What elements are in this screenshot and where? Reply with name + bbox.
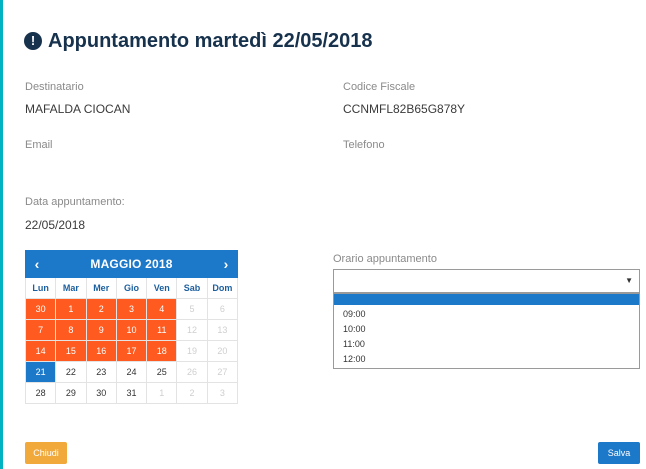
close-button[interactable]: Chiudi <box>25 442 67 464</box>
calendar-day[interactable]: 5 <box>177 299 208 320</box>
chevron-down-icon: ▼ <box>625 276 633 285</box>
save-button[interactable]: Salva <box>598 442 640 464</box>
calendar-day[interactable]: 14 <box>26 341 57 362</box>
destinatario-value: MAFALDA CIOCAN <box>25 102 131 116</box>
calendar-day[interactable]: 1 <box>147 383 178 404</box>
weekday-header: Gio <box>116 278 148 299</box>
calendar-day[interactable]: 28 <box>26 383 57 404</box>
calendar-day[interactable]: 10 <box>116 320 148 341</box>
calendar-day[interactable]: 7 <box>26 320 57 341</box>
calendar-day[interactable]: 4 <box>147 299 178 320</box>
calendar-day[interactable]: 25 <box>147 362 178 383</box>
left-accent-bar <box>0 0 3 469</box>
data-appuntamento-value: 22/05/2018 <box>25 218 86 232</box>
calendar-day[interactable]: 21 <box>26 362 57 383</box>
calendar-day[interactable]: 1 <box>56 299 87 320</box>
calendar-day[interactable]: 11 <box>147 320 178 341</box>
calendar-month-label: MAGGIO 2018 <box>90 257 173 271</box>
calendar-day[interactable]: 15 <box>56 341 87 362</box>
date-picker-calendar: ‹ MAGGIO 2018 › Lun Mar Mer Gio Ven Sab Dom 30 1… <box>25 250 238 404</box>
calendar-day[interactable]: 30 <box>26 299 57 320</box>
dropdown-highlighted-option[interactable] <box>334 294 639 305</box>
weekday-header: Lun <box>26 278 57 299</box>
page-title-text: Appuntamento martedì 22/05/2018 <box>48 30 373 52</box>
calendar-day[interactable]: 26 <box>177 362 208 383</box>
calendar-day[interactable]: 22 <box>56 362 87 383</box>
calendar-day[interactable]: 29 <box>56 383 87 404</box>
calendar-day[interactable]: 8 <box>56 320 87 341</box>
calendar-day[interactable]: 6 <box>207 299 238 320</box>
orario-option[interactable]: 10:00 <box>334 322 639 337</box>
calendar-day[interactable]: 3 <box>207 383 238 404</box>
orario-label: Orario appuntamento <box>333 253 437 265</box>
page-title: ! Appuntamento martedì 22/05/2018 <box>24 29 373 53</box>
calendar-day[interactable]: 27 <box>207 362 238 383</box>
calendar-day[interactable]: 3 <box>116 299 148 320</box>
weekday-header: Mar <box>56 278 87 299</box>
calendar-day[interactable]: 31 <box>116 383 148 404</box>
calendar-day[interactable]: 9 <box>86 320 117 341</box>
codice-fiscale-label: Codice Fiscale <box>343 81 416 93</box>
orario-option[interactable]: 09:00 <box>334 307 639 322</box>
data-appuntamento-label: Data appuntamento: <box>25 196 125 208</box>
exclamation-icon: ! <box>24 32 42 50</box>
telefono-label: Telefono <box>343 139 385 151</box>
calendar-day[interactable]: 17 <box>116 341 148 362</box>
calendar-day[interactable]: 2 <box>177 383 208 404</box>
calendar-day[interactable]: 30 <box>86 383 117 404</box>
calendar-day[interactable]: 19 <box>177 341 208 362</box>
calendar-day[interactable]: 23 <box>86 362 117 383</box>
calendar-day[interactable]: 2 <box>86 299 117 320</box>
calendar-day[interactable]: 12 <box>177 320 208 341</box>
destinatario-label: Destinatario <box>25 81 84 93</box>
prev-month-icon[interactable]: ‹ <box>25 256 49 272</box>
calendar-day[interactable]: 16 <box>86 341 117 362</box>
calendar-day[interactable]: 18 <box>147 341 178 362</box>
weekday-header: Ven <box>147 278 178 299</box>
codice-fiscale-value: CCNMFL82B65G878Y <box>343 102 466 116</box>
calendar-header: ‹ MAGGIO 2018 › <box>25 250 238 278</box>
orario-option[interactable]: 11:00 <box>334 337 639 352</box>
orario-option[interactable]: 12:00 <box>334 352 639 367</box>
weekday-header: Sab <box>177 278 208 299</box>
calendar-day[interactable]: 24 <box>116 362 148 383</box>
orario-dropdown-list: 09:00 10:00 11:00 12:00 <box>333 293 640 369</box>
weekday-header: Mer <box>86 278 117 299</box>
orario-select[interactable]: ▼ <box>333 269 640 293</box>
next-month-icon[interactable]: › <box>214 256 238 272</box>
calendar-day[interactable]: 20 <box>207 341 238 362</box>
email-label: Email <box>25 139 53 151</box>
calendar-grid: Lun Mar Mer Gio Ven Sab Dom 30 1 2 3 4 5 6 7 8 9 10 11 12 13… <box>25 278 238 404</box>
weekday-header: Dom <box>207 278 238 299</box>
calendar-day[interactable]: 13 <box>207 320 238 341</box>
